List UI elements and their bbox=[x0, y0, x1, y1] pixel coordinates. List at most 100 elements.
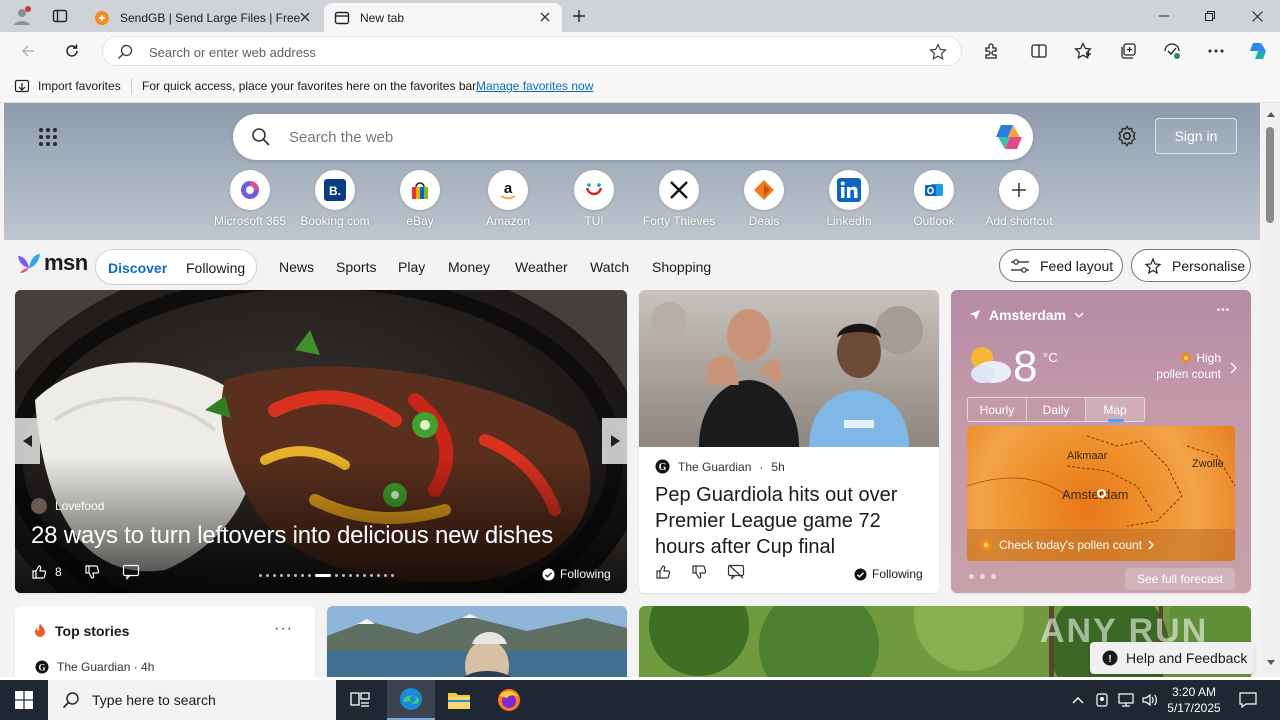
following-indicator[interactable]: Following bbox=[854, 567, 923, 581]
location-marker-icon bbox=[1097, 489, 1106, 498]
tab-map[interactable]: Map bbox=[1086, 398, 1144, 421]
meet-now-icon[interactable] bbox=[1090, 680, 1114, 720]
shortcut-booking[interactable]: B. Booking.com bbox=[293, 170, 377, 228]
file-explorer-icon[interactable] bbox=[435, 680, 483, 720]
feed-layout-button[interactable]: Feed layout bbox=[999, 249, 1123, 282]
help-and-feedback-button[interactable]: ! Help and Feedback bbox=[1090, 642, 1254, 674]
pollen-map[interactable]: Alkmaar Zwolle Amsterdam Check today's p… bbox=[967, 426, 1235, 561]
refresh-button[interactable] bbox=[58, 37, 86, 65]
tab-actions-icon[interactable] bbox=[48, 4, 72, 28]
add-shortcut-button[interactable]: Add shortcut bbox=[977, 170, 1061, 228]
edge-taskbar-icon[interactable] bbox=[387, 680, 435, 720]
back-button[interactable] bbox=[14, 37, 42, 65]
new-tab-button[interactable] bbox=[566, 5, 592, 27]
tab-new-tab[interactable]: New tab bbox=[324, 3, 562, 32]
nav-weather[interactable]: Weather bbox=[515, 259, 568, 275]
nav-watch[interactable]: Watch bbox=[590, 259, 629, 275]
nav-news[interactable]: News bbox=[279, 259, 314, 275]
start-button[interactable] bbox=[0, 680, 48, 720]
manage-favorites-link[interactable]: Manage favorites now bbox=[476, 79, 593, 93]
extensions-icon[interactable] bbox=[977, 37, 1005, 65]
news-card-guardian[interactable]: G The Guardian · 5h Pep Guardiola hits o… bbox=[639, 290, 939, 593]
system-clock[interactable]: 3:20 AM 5/17/2025 bbox=[1164, 684, 1224, 716]
pollen-indicator[interactable]: High pollen count bbox=[1156, 350, 1221, 382]
tab-sendgb[interactable]: SendGB | Send Large Files | Free f bbox=[84, 3, 322, 32]
taskbar-search-box[interactable]: Type here to search bbox=[48, 680, 336, 720]
see-full-forecast-button[interactable]: See full forecast bbox=[1124, 568, 1235, 590]
weather-location[interactable]: Amsterdam bbox=[969, 307, 1084, 323]
comments-off-icon[interactable] bbox=[727, 564, 745, 580]
dislike-icon[interactable] bbox=[84, 564, 100, 580]
scroll-down-icon[interactable] bbox=[1262, 656, 1280, 670]
article-headline[interactable]: Pep Guardiola hits out over Premier Leag… bbox=[655, 482, 925, 560]
shortcut-microsoft-365[interactable]: Microsoft 365 bbox=[208, 170, 292, 228]
scroll-up-icon[interactable] bbox=[1262, 107, 1280, 121]
like-icon[interactable] bbox=[31, 564, 47, 580]
article-headline[interactable]: 28 ways to turn leftovers into delicious… bbox=[31, 522, 553, 550]
more-options-icon[interactable]: ··· bbox=[274, 620, 293, 638]
msn-logo[interactable]: msn bbox=[16, 250, 88, 276]
search-icon bbox=[251, 127, 271, 147]
nav-shopping[interactable]: Shopping bbox=[652, 259, 711, 275]
profile-icon[interactable] bbox=[10, 4, 34, 28]
page-scrollbar[interactable] bbox=[1262, 103, 1280, 677]
pollen-cta[interactable]: Check today's pollen count bbox=[967, 529, 1235, 561]
carousel-next-button[interactable] bbox=[602, 418, 627, 464]
separator-dot: · bbox=[759, 459, 764, 474]
close-window-button[interactable] bbox=[1234, 0, 1280, 32]
add-favorite-star-icon[interactable] bbox=[929, 43, 947, 61]
network-icon[interactable] bbox=[1114, 680, 1138, 720]
like-icon[interactable] bbox=[655, 564, 671, 580]
copilot-icon[interactable] bbox=[993, 122, 1025, 152]
shortcut-deals[interactable]: Deals bbox=[722, 170, 806, 228]
tab-discover[interactable]: Discover bbox=[108, 260, 167, 276]
notifications-icon[interactable] bbox=[1228, 680, 1268, 720]
tab-daily[interactable]: Daily bbox=[1027, 398, 1086, 421]
app-launcher-icon[interactable] bbox=[38, 127, 58, 147]
task-view-icon[interactable] bbox=[336, 680, 384, 720]
weather-more-icon[interactable] bbox=[1217, 308, 1229, 311]
web-search-box[interactable]: Search the web bbox=[233, 114, 1033, 160]
news-card-lake[interactable] bbox=[327, 606, 627, 677]
split-screen-icon[interactable] bbox=[1025, 37, 1053, 65]
browser-essentials-icon[interactable] bbox=[1158, 37, 1186, 65]
nav-play[interactable]: Play bbox=[398, 259, 425, 275]
close-tab-icon[interactable] bbox=[298, 10, 312, 24]
settings-more-icon[interactable] bbox=[1202, 37, 1230, 65]
shortcut-amazon[interactable]: a Amazon bbox=[466, 170, 550, 228]
sign-in-button[interactable]: Sign in bbox=[1155, 118, 1237, 154]
shortcut-forty-thieves[interactable]: Forty Thieves bbox=[637, 170, 721, 228]
address-bar[interactable]: Search or enter web address bbox=[102, 36, 962, 66]
feature-carousel-card[interactable]: Lovefood 28 ways to turn leftovers into … bbox=[15, 290, 627, 593]
nav-money[interactable]: Money bbox=[448, 259, 490, 275]
msn-nav-bar: msn Discover Following News Sports Play … bbox=[0, 240, 1262, 290]
nav-sports[interactable]: Sports bbox=[336, 259, 376, 275]
import-favorites-button[interactable]: Import favorites bbox=[14, 78, 121, 94]
following-indicator[interactable]: Following bbox=[542, 567, 611, 581]
dislike-icon[interactable] bbox=[691, 564, 707, 580]
favorites-icon[interactable] bbox=[1069, 37, 1097, 65]
restore-button[interactable] bbox=[1187, 0, 1233, 32]
clock-time: 3:20 AM bbox=[1171, 685, 1217, 699]
carousel-prev-button[interactable] bbox=[15, 418, 40, 464]
copilot-icon[interactable] bbox=[1244, 37, 1272, 65]
close-tab-icon[interactable] bbox=[538, 10, 552, 24]
pollen-level: High bbox=[1196, 351, 1221, 365]
shortcut-linkedin[interactable]: LinkedIn bbox=[807, 170, 891, 228]
comment-icon[interactable] bbox=[122, 564, 140, 580]
tab-hourly[interactable]: Hourly bbox=[968, 398, 1027, 421]
shortcut-ebay[interactable]: eBay bbox=[378, 170, 462, 228]
scrollbar-thumb[interactable] bbox=[1266, 127, 1274, 223]
page-settings-gear-icon[interactable] bbox=[1116, 125, 1138, 147]
chevron-right-icon[interactable] bbox=[1230, 362, 1237, 374]
firefox-icon[interactable] bbox=[485, 680, 533, 720]
personalise-button[interactable]: Personalise bbox=[1131, 249, 1251, 282]
volume-icon[interactable] bbox=[1138, 680, 1162, 720]
shortcut-tui[interactable]: TUI bbox=[552, 170, 636, 228]
article-actions: 8 bbox=[31, 564, 140, 580]
minimize-button[interactable] bbox=[1141, 0, 1187, 32]
weather-card[interactable]: Amsterdam 8 °C High pollen count Hourly … bbox=[951, 290, 1251, 593]
collections-icon[interactable] bbox=[1114, 37, 1142, 65]
tab-following[interactable]: Following bbox=[186, 260, 245, 276]
shortcut-outlook[interactable]: Outlook bbox=[892, 170, 976, 228]
